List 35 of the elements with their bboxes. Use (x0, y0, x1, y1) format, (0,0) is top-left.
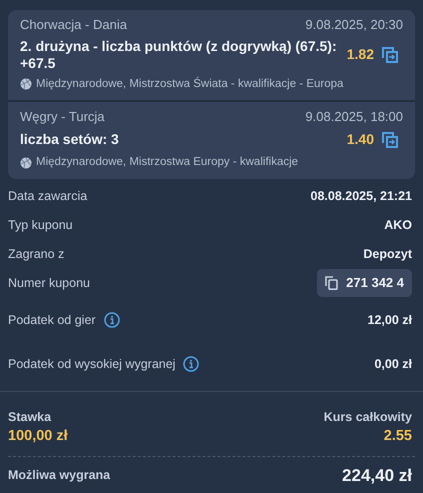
info-icon[interactable] (104, 312, 120, 328)
total-odds-label: Kurs całkowity (324, 408, 412, 426)
ball-icon (20, 78, 32, 90)
copy-bet-icon[interactable] (381, 130, 399, 149)
potential-win-label: Możliwa wygrana (8, 467, 110, 484)
detail-value: Depozyt (363, 246, 412, 263)
info-icon[interactable] (183, 356, 200, 372)
coupon-number-button[interactable]: 271 342 4 (317, 268, 412, 296)
detail-value: 0,00 zł (374, 356, 412, 372)
competition: Międzynarodowe, Mistrzostwa Europy - kwalifikacje (36, 155, 298, 170)
copy-bet-icon[interactable] (381, 46, 399, 64)
detail-value: AKO (384, 216, 412, 234)
potential-win-value: 224,40 zł (342, 465, 412, 487)
ball-icon (20, 156, 32, 169)
detail-label: Zagrano z (8, 246, 64, 263)
total-odds-value: 2.55 (384, 427, 412, 446)
bet-selection: 2. drużyna - liczba punktów (z dogrywką) (67.5): +67.5 (20, 38, 338, 72)
stake-value: 100,00 zł (8, 427, 68, 446)
detail-value: 12,00 zł (368, 312, 412, 328)
odds: 1.82 (346, 45, 374, 64)
stake-label: Stawka (8, 408, 52, 426)
detail-label: Podatek od wysokiej wygranej (8, 356, 176, 373)
detail-label: Data zawarcia (8, 188, 88, 204)
detail-label: Typ kuponu (8, 216, 73, 234)
match-name: Chorwacja - Dania (20, 16, 127, 34)
bet-selection: liczba setów: 3 (20, 131, 120, 148)
copy-icon (325, 276, 338, 290)
detail-value: 08.08.2025, 21:21 (310, 188, 412, 204)
match-date: 9.08.2025, 18:00 (305, 108, 403, 126)
match-name: Węgry - Turcja (20, 108, 105, 126)
competition: Międzynarodowe, Mistrzostwa Świata - kwalifikacje - Europa (36, 76, 344, 92)
detail-label: Numer kuponu (8, 274, 90, 292)
odds: 1.40 (346, 130, 374, 150)
match-date: 9.08.2025, 20:30 (305, 16, 403, 34)
detail-label: Podatek od gier (8, 312, 96, 329)
